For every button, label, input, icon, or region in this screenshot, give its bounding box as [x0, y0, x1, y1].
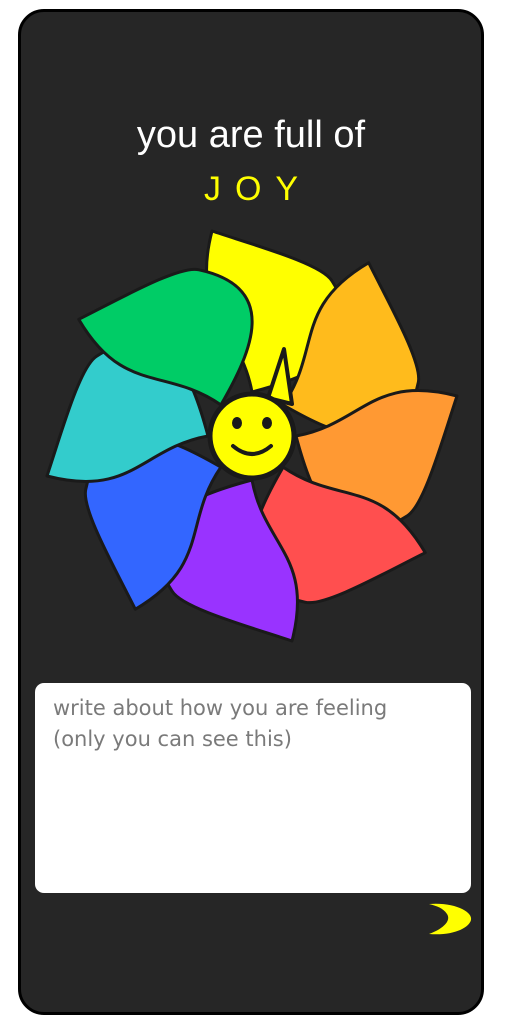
journal-input[interactable]	[35, 683, 471, 893]
emotion-label: JOY	[203, 170, 313, 208]
smiley-face-icon[interactable]	[207, 391, 297, 481]
crescent-arrow-icon[interactable]	[425, 902, 475, 936]
headline: you are full of	[136, 114, 366, 156]
